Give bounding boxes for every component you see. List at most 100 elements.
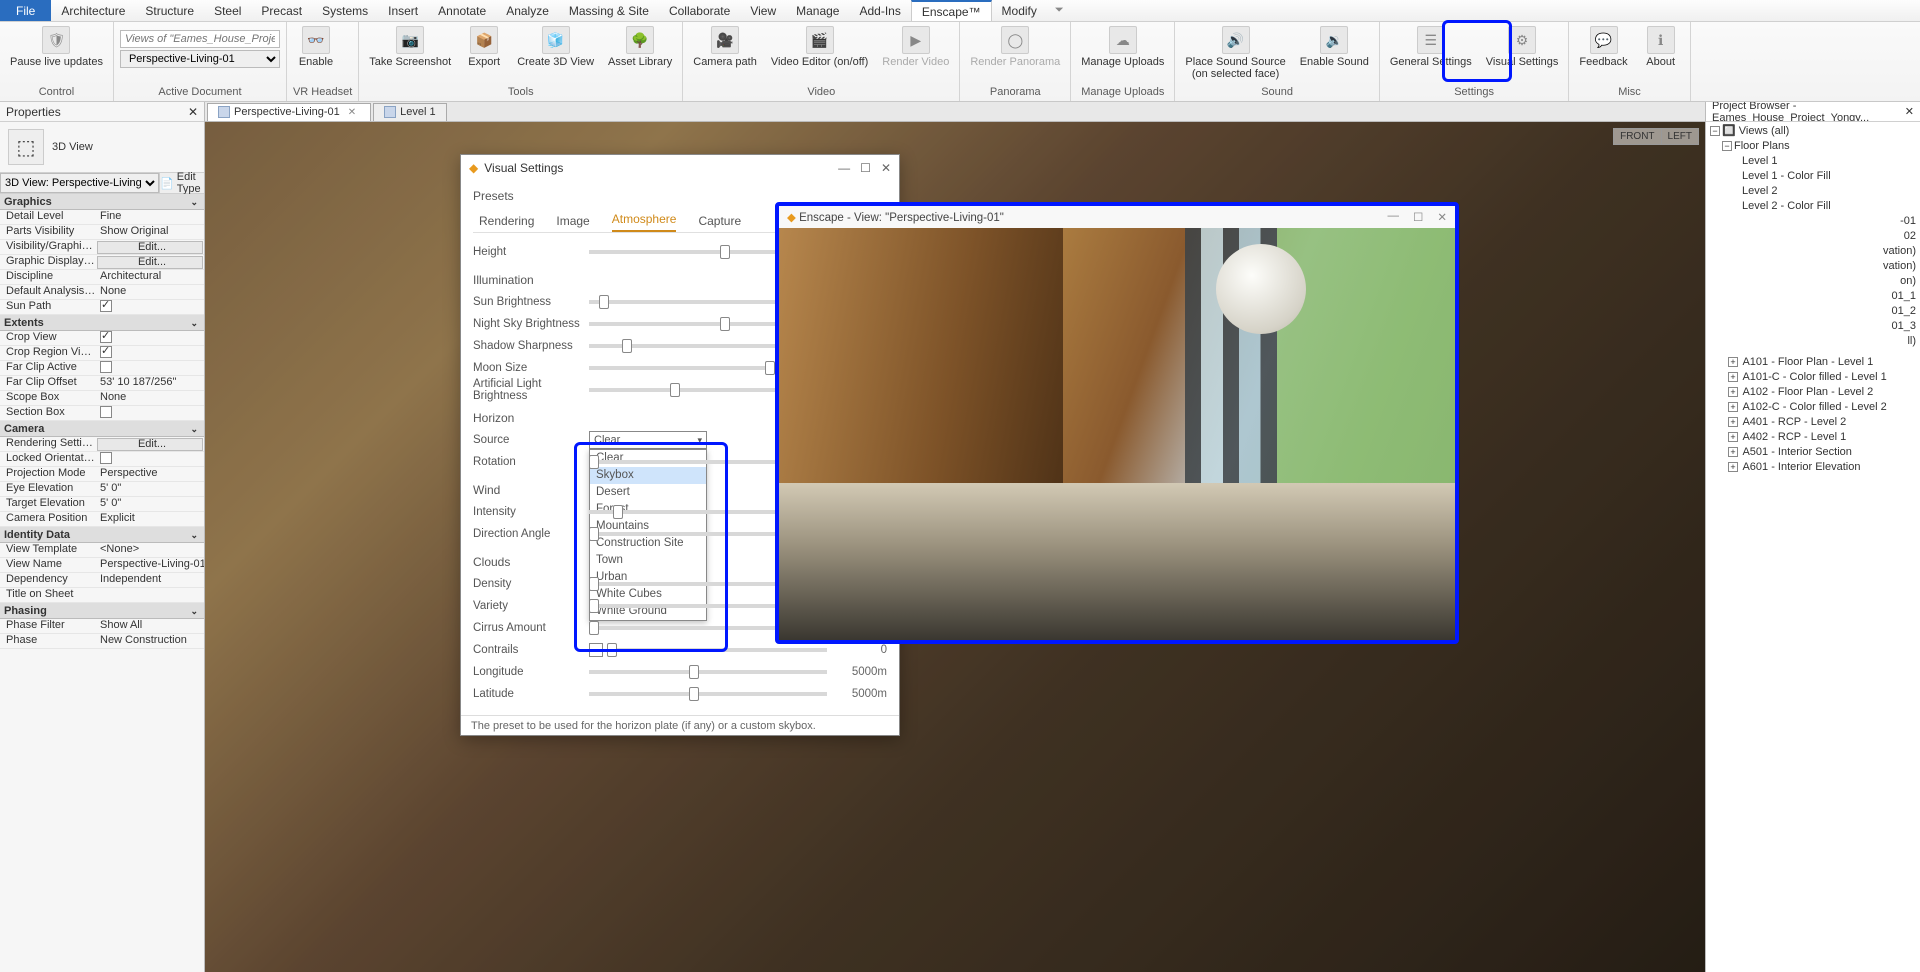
tab-perspective[interactable]: Perspective-Living-01✕ (207, 103, 371, 121)
close-icon[interactable]: ✕ (188, 105, 198, 119)
expand-icon[interactable]: + (1728, 402, 1738, 412)
tree-item[interactable]: Level 2 - Color Fill (1710, 199, 1920, 214)
tree-floorplans[interactable]: Floor Plans (1734, 140, 1790, 152)
prop-value[interactable]: Edit... (97, 256, 203, 269)
sheet-item[interactable]: + A101-C - Color filled - Level 1 (1710, 370, 1920, 385)
vl-left[interactable]: LEFT (1662, 129, 1698, 144)
tree-item[interactable]: Level 2 (1710, 184, 1920, 199)
prop-value[interactable]: None (96, 391, 204, 405)
vs-tab-image[interactable]: Image (556, 214, 589, 232)
prop-value[interactable]: Explicit (96, 512, 204, 526)
vs-tab-capture[interactable]: Capture (698, 214, 741, 232)
checkbox[interactable] (100, 331, 112, 343)
render-panorama-button[interactable]: ◯Render Panorama (966, 24, 1064, 70)
take-screenshot-button[interactable]: 📷Take Screenshot (365, 24, 455, 70)
prop-value[interactable] (96, 588, 204, 602)
render-video-button[interactable]: ▶Render Video (878, 24, 953, 70)
place-sound-button[interactable]: 🔊Place Sound Source(on selected face) (1181, 24, 1289, 82)
prop-value[interactable]: Architectural (96, 270, 204, 284)
close-icon[interactable]: ✕ (1437, 210, 1447, 224)
general-settings-button[interactable]: ☰General Settings (1386, 24, 1476, 70)
prop-value[interactable]: <None> (96, 543, 204, 557)
sheet-item[interactable]: + A401 - RCP - Level 2 (1710, 415, 1920, 430)
section-extents[interactable]: Extents⌄ (0, 315, 204, 331)
option-desert[interactable]: Desert (590, 484, 706, 501)
prop-value[interactable] (96, 406, 204, 420)
expand-icon[interactable]: + (1728, 387, 1738, 397)
minimize-icon[interactable]: — (1388, 210, 1400, 224)
expand-icon[interactable]: + (1728, 417, 1738, 427)
tree-item-partial[interactable]: vation) (1710, 259, 1916, 274)
sheet-item[interactable]: + A102 - Floor Plan - Level 2 (1710, 385, 1920, 400)
option-white-cubes[interactable]: White Cubes (590, 586, 706, 603)
create-3d-view-button[interactable]: 🧊Create 3D View (513, 24, 598, 70)
tree-item-partial[interactable]: 01_1 (1710, 289, 1916, 304)
menu-systems[interactable]: Systems (312, 0, 378, 21)
views-filter-input[interactable] (120, 30, 280, 48)
expand-icon[interactable]: + (1728, 462, 1738, 472)
edit-type-button[interactable]: 📄 Edit Type (159, 173, 204, 193)
tree-item-partial[interactable]: 02 (1710, 229, 1916, 244)
vl-front[interactable]: FRONT (1614, 129, 1661, 144)
type-selector[interactable]: 3D View: Perspective-Living (0, 173, 159, 193)
prop-value[interactable]: Perspective-Living-01 (96, 558, 204, 572)
menu-annotate[interactable]: Annotate (428, 0, 496, 21)
asset-library-button[interactable]: 🌳Asset Library (604, 24, 676, 70)
menu-analyze[interactable]: Analyze (496, 0, 559, 21)
vs-tab-atmosphere[interactable]: Atmosphere (612, 212, 677, 232)
slider[interactable] (607, 648, 827, 652)
close-icon[interactable]: ✕ (881, 161, 891, 175)
checkbox[interactable] (100, 452, 112, 464)
menu-massing-site[interactable]: Massing & Site (559, 0, 659, 21)
option-clear[interactable]: Clear (590, 450, 706, 467)
menu-insert[interactable]: Insert (378, 0, 428, 21)
menu-modify[interactable]: Modify (992, 0, 1047, 21)
menu-collaborate[interactable]: Collaborate (659, 0, 740, 21)
menu-precast[interactable]: Precast (251, 0, 312, 21)
prop-value[interactable]: Edit... (97, 241, 203, 254)
expand-icon[interactable]: − (1710, 126, 1720, 136)
menu-add-ins[interactable]: Add-Ins (849, 0, 910, 21)
horizon-source-combo[interactable]: Clear (589, 431, 707, 449)
section-identity-data[interactable]: Identity Data⌄ (0, 527, 204, 543)
menu-enscape-[interactable]: Enscape™ (911, 0, 992, 21)
close-icon[interactable]: ✕ (1905, 105, 1914, 118)
tree-item[interactable]: Level 1 - Color Fill (1710, 169, 1920, 184)
checkbox[interactable] (100, 300, 112, 312)
view-cube-labels[interactable]: FRONTLEFT (1613, 128, 1699, 145)
option-construction-site[interactable]: Construction Site (590, 535, 706, 552)
sheet-item[interactable]: + A102-C - Color filled - Level 2 (1710, 400, 1920, 415)
prop-value[interactable]: Independent (96, 573, 204, 587)
sheet-item[interactable]: + A402 - RCP - Level 1 (1710, 430, 1920, 445)
prop-value[interactable]: 53' 10 187/256" (96, 376, 204, 390)
menu-view[interactable]: View (740, 0, 786, 21)
tree-item-partial[interactable]: ll) (1710, 334, 1916, 349)
option-town[interactable]: Town (590, 552, 706, 569)
tree-views[interactable]: Views (all) (1739, 125, 1790, 137)
manage-uploads-button[interactable]: ☁Manage Uploads (1077, 24, 1168, 70)
tree-item-partial[interactable]: -01 (1710, 214, 1916, 229)
viewport[interactable]: FRONTLEFT ◆Visual Settings —☐✕ Presets R… (205, 122, 1705, 972)
prop-value[interactable]: 5' 0" (96, 497, 204, 511)
tree-item[interactable]: Level 1 (1710, 154, 1920, 169)
option-skybox[interactable]: Skybox (590, 467, 706, 484)
prop-value[interactable]: Edit... (97, 438, 203, 451)
camera-path-button[interactable]: 🎥Camera path (689, 24, 761, 70)
sheet-item[interactable]: + A101 - Floor Plan - Level 1 (1710, 355, 1920, 370)
file-menu[interactable]: File (0, 0, 51, 21)
section-phasing[interactable]: Phasing⌄ (0, 603, 204, 619)
prop-value[interactable] (96, 346, 204, 360)
active-view-select[interactable]: Perspective-Living-01 (120, 50, 280, 68)
section-graphics[interactable]: Graphics⌄ (0, 194, 204, 210)
dropdown-icon[interactable]: ⏷ (1047, 4, 1072, 17)
minimize-icon[interactable]: — (838, 161, 850, 175)
expand-icon[interactable]: + (1728, 432, 1738, 442)
prop-value[interactable] (96, 452, 204, 466)
prop-value[interactable]: Show Original (96, 225, 204, 239)
expand-icon[interactable]: + (1728, 447, 1738, 457)
sheet-item[interactable]: + A501 - Interior Section (1710, 445, 1920, 460)
sheet-item[interactable]: + A601 - Interior Elevation (1710, 460, 1920, 475)
maximize-icon[interactable]: ☐ (860, 161, 871, 175)
visual-settings-button[interactable]: ⚙Visual Settings (1482, 24, 1563, 70)
prop-value[interactable]: New Construction (96, 634, 204, 648)
